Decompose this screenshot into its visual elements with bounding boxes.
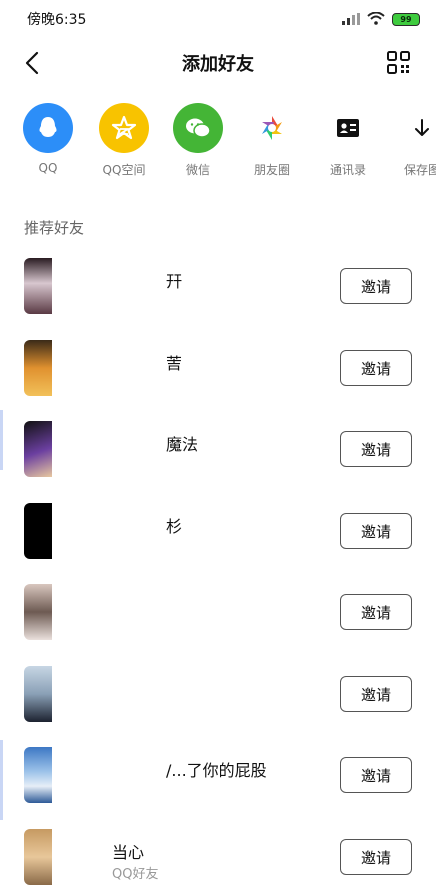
wechat-icon xyxy=(173,103,223,153)
share-wechat[interactable]: 微信 xyxy=(160,100,236,178)
share-row: QQ QQ空间 微信 朋友圈 通讯录 保存图 xyxy=(0,100,436,190)
friend-row: 邀请 xyxy=(0,584,436,666)
friend-row: /...了你的屁股 邀请 xyxy=(0,747,436,829)
avatar[interactable] xyxy=(24,829,52,885)
friend-row: 当心 QQ好友 邀请 xyxy=(0,829,436,893)
invite-button[interactable]: 邀请 xyxy=(340,268,412,304)
qr-code-button[interactable] xyxy=(386,50,412,76)
signal-icon xyxy=(342,10,360,29)
share-moments[interactable]: 朋友圈 xyxy=(234,100,310,178)
friend-name: 当心 xyxy=(112,843,145,862)
share-save-image[interactable]: 保存图 xyxy=(384,100,436,178)
share-label-wechat: 微信 xyxy=(185,163,210,177)
friend-name: 䓀 xyxy=(166,354,183,373)
friend-row: 幵 邀请 xyxy=(0,258,436,340)
share-qzone[interactable]: QQ空间 xyxy=(86,100,162,178)
share-label-moments: 朋友圈 xyxy=(253,163,290,177)
qr-code-icon xyxy=(387,51,410,74)
friend-row: 邀请 xyxy=(0,666,436,748)
share-label-contacts: 通讯录 xyxy=(329,163,366,177)
friend-row: 杉 邀请 xyxy=(0,503,436,585)
status-icons: 99 xyxy=(342,10,420,29)
invite-button[interactable]: 邀请 xyxy=(340,676,412,712)
avatar[interactable] xyxy=(24,666,52,722)
invite-button[interactable]: 邀请 xyxy=(340,513,412,549)
avatar[interactable] xyxy=(24,340,52,396)
invite-button[interactable]: 邀请 xyxy=(340,350,412,386)
share-label-qq: QQ xyxy=(38,161,58,175)
invite-button[interactable]: 邀请 xyxy=(340,431,412,467)
share-label-qzone: QQ空间 xyxy=(102,163,146,177)
back-button[interactable] xyxy=(18,48,48,78)
avatar[interactable] xyxy=(24,421,52,477)
invite-button[interactable]: 邀请 xyxy=(340,594,412,630)
friend-row: 魔法 邀请 xyxy=(0,421,436,503)
friend-name: 杉 xyxy=(166,517,183,536)
page-title: 添加好友 xyxy=(182,54,254,75)
friend-name: 幵 xyxy=(166,272,183,291)
share-qq[interactable]: QQ xyxy=(10,100,86,175)
header: 添加好友 xyxy=(0,36,436,88)
moments-icon xyxy=(247,103,297,153)
invite-button[interactable]: 邀请 xyxy=(340,757,412,793)
battery-icon: 99 xyxy=(392,13,420,26)
back-arrow-icon xyxy=(25,51,39,75)
invite-button[interactable]: 邀请 xyxy=(340,839,412,875)
share-label-save-image: 保存图 xyxy=(403,163,436,177)
friend-row: 䓀 邀请 xyxy=(0,340,436,422)
download-icon xyxy=(397,103,436,153)
avatar[interactable] xyxy=(24,258,52,314)
qq-icon xyxy=(23,103,73,153)
qzone-icon xyxy=(99,103,149,153)
friend-name: /...了你的屁股 xyxy=(166,761,267,780)
avatar[interactable] xyxy=(24,584,52,640)
friend-name: 魔法 xyxy=(166,435,199,454)
status-time: 傍晚6:35 xyxy=(27,12,87,28)
section-title: 推荐好友 xyxy=(24,219,85,237)
avatar[interactable] xyxy=(24,503,52,559)
friend-subtitle: QQ好友 xyxy=(112,867,159,882)
contacts-icon xyxy=(323,103,373,153)
avatar[interactable] xyxy=(24,747,52,803)
wifi-icon xyxy=(367,10,385,29)
status-bar: 傍晚6:35 99 xyxy=(0,0,436,36)
share-contacts[interactable]: 通讯录 xyxy=(310,100,386,178)
